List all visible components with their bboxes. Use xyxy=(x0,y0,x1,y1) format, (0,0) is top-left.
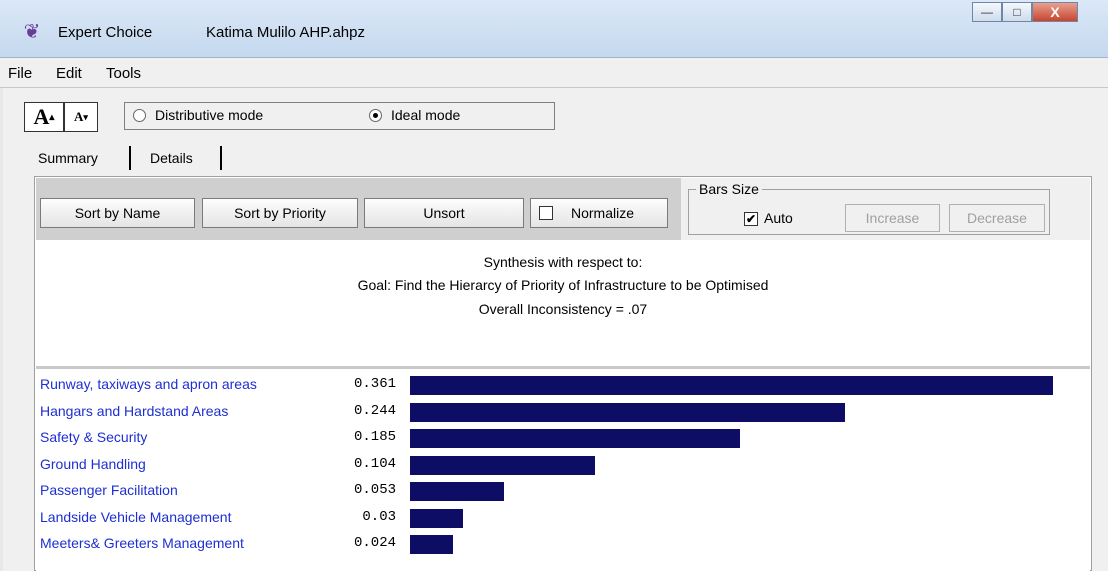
normalize-toggle[interactable]: Normalize xyxy=(530,198,668,228)
priority-bar xyxy=(410,508,463,528)
table-row[interactable]: Runway, taxiways and apron areas 0.361 xyxy=(36,373,1090,395)
priority-bar xyxy=(410,455,595,475)
table-row[interactable]: Meeters& Greeters Management 0.024 xyxy=(36,532,1090,554)
distributive-mode-radio[interactable] xyxy=(133,109,146,122)
priority-value: 0.024 xyxy=(353,535,396,551)
priority-value: 0.03 xyxy=(362,508,396,525)
window-left-edge xyxy=(0,88,3,571)
synthesis-goal: Goal: Find the Hierarcy of Priority of I… xyxy=(357,277,769,293)
synthesis-title: Synthesis with respect to: xyxy=(483,254,643,270)
bars-size-legend: Bars Size xyxy=(696,181,762,197)
priority-bar xyxy=(410,376,1053,395)
close-button[interactable]: X xyxy=(1032,2,1078,22)
priority-value: 0.104 xyxy=(353,455,396,472)
ideal-mode-radio[interactable] xyxy=(369,109,382,122)
font-increase-button[interactable]: A ▴ xyxy=(24,102,64,132)
normalize-checkbox[interactable] xyxy=(539,206,553,220)
distributive-mode-label[interactable]: Distributive mode xyxy=(155,107,263,123)
priority-value: 0.244 xyxy=(353,402,396,419)
category-label[interactable]: Landside Vehicle Management xyxy=(40,509,231,525)
font-decrease-icon: A xyxy=(74,109,84,124)
priority-bar-chart: Runway, taxiways and apron areas 0.361 Han… xyxy=(36,370,1090,571)
auto-label[interactable]: Auto xyxy=(764,210,793,226)
expert-choice-logo-icon: ❦ xyxy=(23,21,41,43)
table-row[interactable]: Ground Handling 0.104 xyxy=(36,453,1090,475)
menu-bar: File Edit Tools xyxy=(0,58,1108,88)
maximize-button[interactable]: □ xyxy=(1002,2,1032,22)
tab-separator xyxy=(220,146,222,170)
close-icon: X xyxy=(1050,4,1060,20)
mode-radio-group: Distributive mode Ideal mode xyxy=(124,102,555,130)
synthesis-header: Synthesis with respect to: Goal: Find th… xyxy=(36,244,1090,366)
priority-bar xyxy=(410,482,504,501)
auto-checkbox[interactable]: ✔ xyxy=(744,212,758,226)
category-label[interactable]: Safety & Security xyxy=(40,429,147,445)
font-decrease-button[interactable]: A ▾ xyxy=(64,102,98,132)
category-label[interactable]: Ground Handling xyxy=(40,456,146,472)
font-increase-icon: A xyxy=(33,104,50,129)
title-bar: ❦ Expert Choice Katima Mulilo AHP.ahpz —… xyxy=(0,0,1108,58)
category-label[interactable]: Passenger Facilitation xyxy=(40,482,178,498)
table-row[interactable]: Landside Vehicle Management 0.03 xyxy=(36,506,1090,528)
menu-file[interactable]: File xyxy=(8,65,32,82)
window-title-file: Katima Mulilo AHP.ahpz xyxy=(206,24,365,41)
priority-bar xyxy=(410,429,740,448)
results-divider xyxy=(36,366,1090,369)
normalize-label: Normalize xyxy=(571,205,635,221)
category-label[interactable]: Runway, taxiways and apron areas xyxy=(40,376,257,392)
menu-edit[interactable]: Edit xyxy=(56,65,82,82)
priority-value: 0.053 xyxy=(353,482,396,498)
category-label[interactable]: Hangars and Hardstand Areas xyxy=(40,403,228,419)
window-title-app: Expert Choice xyxy=(58,24,153,41)
tab-summary[interactable]: Summary xyxy=(38,144,98,172)
minimize-icon: — xyxy=(981,5,993,19)
maximize-icon: □ xyxy=(1013,5,1021,19)
priority-bar xyxy=(410,402,845,422)
tab-details[interactable]: Details xyxy=(150,144,193,172)
priority-bar xyxy=(410,535,453,554)
sort-by-priority-button[interactable]: Sort by Priority xyxy=(202,198,358,228)
menu-tools[interactable]: Tools xyxy=(106,65,141,82)
increase-button[interactable]: Increase xyxy=(845,204,940,232)
ideal-mode-label[interactable]: Ideal mode xyxy=(391,107,460,123)
tab-separator xyxy=(129,146,131,170)
priority-value: 0.185 xyxy=(353,429,396,445)
sort-by-name-button[interactable]: Sort by Name xyxy=(40,198,195,228)
decrease-button[interactable]: Decrease xyxy=(949,204,1045,232)
table-row[interactable]: Hangars and Hardstand Areas 0.244 xyxy=(36,400,1090,422)
table-row[interactable]: Passenger Facilitation 0.053 xyxy=(36,479,1090,501)
table-row[interactable]: Safety & Security 0.185 xyxy=(36,426,1090,448)
priority-value: 0.361 xyxy=(353,376,396,392)
category-label[interactable]: Meeters& Greeters Management xyxy=(40,535,244,551)
unsort-button[interactable]: Unsort xyxy=(364,198,524,228)
minimize-button[interactable]: — xyxy=(972,2,1002,22)
overall-inconsistency: Overall Inconsistency = .07 xyxy=(478,301,648,317)
window-controls: — □ X xyxy=(972,2,1078,22)
